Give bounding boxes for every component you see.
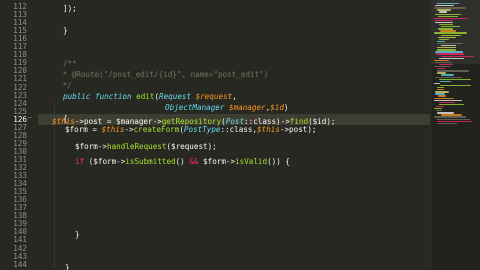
this-variable: $this [101, 125, 125, 134]
method-name: isSubmitted [125, 157, 176, 166]
minimap-code-line [434, 99, 462, 101]
minimap-code-line [441, 74, 454, 76]
minimap-code-line [439, 78, 471, 80]
code-text: $form-> [198, 157, 236, 166]
code-text: -> [124, 125, 134, 134]
minimap-code-line [435, 76, 462, 78]
code-line-119: /** [63, 59, 77, 68]
minimap-code-line [434, 97, 454, 99]
minimap-code-line [437, 40, 445, 43]
minimap-code-line [439, 38, 449, 41]
code-line-120: * @Route("/post_edit/{id}", name="post_e… [58, 70, 269, 79]
minimap[interactable] [430, 0, 480, 270]
minimap-code-line [437, 118, 470, 120]
minimap-code-line [439, 103, 464, 106]
punct: ) [283, 103, 289, 112]
line-number-gutter: 112 113 114 115 116 117 118 119 120 121 122 123 124 1… [0, 0, 34, 270]
variable: $manager [229, 103, 266, 112]
method-name: isValid [235, 157, 268, 166]
code-text: ()) { [267, 157, 290, 166]
this-variable: $this [257, 125, 280, 134]
method-name: handleRequest [107, 142, 167, 151]
minimap-code-line [437, 122, 457, 125]
minimap-code-line [438, 95, 446, 97]
code-text: ->post); [279, 125, 317, 134]
minimap-code-line [441, 55, 474, 57]
variable: $request [195, 92, 233, 101]
code-text: $form = [65, 125, 102, 134]
class-name: PostType [183, 125, 221, 134]
punct: , [232, 92, 237, 101]
code-line-121: */ [58, 81, 72, 90]
code-line-140: } [75, 230, 80, 239]
minimap-code-line [440, 84, 471, 87]
code-text: ::class, [220, 125, 258, 134]
minimap-code-line [438, 36, 456, 38]
keyword: public function [63, 92, 132, 101]
code-area[interactable]: ]); } /** * @Route("/post_edit/{id}", na… [38, 0, 431, 270]
minimap-code-line [434, 19, 453, 22]
method-name: createForm [133, 125, 180, 134]
minimap-code-line [434, 59, 449, 62]
code-line-128: $form->handleRequest($request); [75, 141, 217, 152]
code-line-112: ]); [63, 4, 77, 13]
code-line-122: public function edit(Request $request, [63, 91, 237, 102]
code-line-144: } [65, 263, 70, 270]
function-name: edit [136, 92, 155, 101]
minimap-code-line [438, 15, 458, 17]
minimap-code-line [437, 120, 472, 122]
minimap-code-line [439, 11, 447, 13]
variable: $id [270, 103, 284, 112]
fold-marker-icon[interactable]: ⌐ [28, 113, 33, 124]
code-line-126: $form = $this->createForm(PostType::clas… [65, 124, 316, 135]
minimap-code-line [436, 53, 464, 55]
keyword: if [75, 157, 85, 166]
type-hint: ObjectManager [165, 103, 225, 112]
minimap-code-line [441, 34, 461, 36]
minimap-code-line [434, 32, 467, 34]
minimap-code-line [435, 13, 461, 15]
minimap-code-line [434, 82, 440, 85]
minimap-code-line [434, 116, 466, 118]
code-line-123: ObjectManager $manager,$id) [165, 102, 288, 113]
code-line-114: } [63, 26, 68, 35]
minimap-code-line [439, 101, 455, 104]
minimap-code-line [434, 17, 468, 20]
code-editor[interactable]: 112 113 114 115 116 117 118 119 120 121 122 123 124 1… [0, 0, 480, 270]
code-text: ($request); [166, 142, 217, 151]
code-line-131: if ($form->isSubmitted() && $form->isVal… [75, 156, 290, 167]
code-text: () [175, 157, 190, 166]
type-hint: Request [159, 92, 192, 101]
minimap-code-line [435, 61, 452, 64]
line-number: 144 [13, 259, 27, 269]
minimap-code-line [439, 57, 464, 59]
code-text: $form-> [75, 142, 108, 151]
code-text: ($form-> [84, 157, 126, 166]
minimap-code-line [440, 80, 451, 83]
